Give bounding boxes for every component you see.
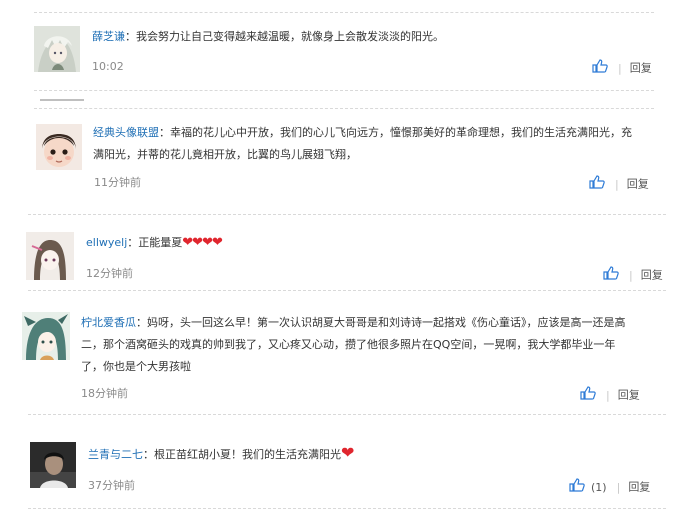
thumbs-up-icon[interactable]: [589, 175, 605, 194]
comment-text: 柠北爱香瓜：妈呀，头一回这么早！第一次认识胡夏大哥哥是和刘诗诗一起搭戏《伤心童话…: [81, 312, 637, 378]
comment-body: 我会努力让自己变得越来越温暖，就像身上会散发淡淡的阳光。: [136, 30, 444, 43]
comment-text: ellwyelj：正能量夏❤❤❤❤: [86, 232, 223, 254]
divider: [34, 90, 654, 91]
reply-button[interactable]: 回复: [618, 389, 640, 402]
reply-button[interactable]: 回复: [630, 62, 652, 75]
avatar[interactable]: [30, 442, 76, 488]
comment-body: 正能量夏: [138, 236, 183, 249]
username-link[interactable]: ellwyelj: [86, 236, 127, 249]
comment-body: 幸福的花儿心中开放，我们的心儿飞向远方，憧憬那美好的革命理想，我们的生活充满阳光…: [93, 126, 632, 161]
comment-item: 经典头像联盟：幸福的花儿心中开放，我们的心儿飞向远方，憧憬那美好的革命理想，我们…: [0, 108, 679, 214]
comment-item: ellwyelj：正能量夏❤❤❤❤ 12分钟前 | 回复: [0, 214, 679, 290]
colon: ：: [125, 30, 136, 43]
comment-actions: (1) | 回复: [569, 478, 650, 494]
colon: ：: [136, 316, 147, 329]
avatar[interactable]: [34, 26, 80, 72]
username-link[interactable]: 柠北爱香瓜: [81, 316, 136, 329]
thumbs-up-icon[interactable]: [569, 478, 585, 497]
divider: [28, 508, 666, 509]
username-link[interactable]: 薛芝谦: [92, 30, 125, 43]
colon: ：: [159, 126, 170, 139]
username-link[interactable]: 经典头像联盟: [93, 126, 159, 139]
divider-pipe: |: [616, 480, 621, 494]
like-count: (1): [591, 480, 607, 494]
timestamp: 37分钟前: [88, 479, 135, 492]
comment-actions: | 回复: [603, 266, 663, 282]
heart-emoji: ❤: [341, 443, 354, 462]
comment-item: 柠北爱香瓜：妈呀，头一回这么早！第一次认识胡夏大哥哥是和刘诗诗一起搭戏《伤心童话…: [0, 290, 679, 414]
reply-button[interactable]: 回复: [628, 481, 650, 494]
thumbs-up-icon[interactable]: [580, 386, 596, 405]
avatar[interactable]: [22, 312, 70, 360]
divider-pipe: |: [606, 388, 610, 402]
divider-pipe: |: [615, 177, 619, 191]
comment-actions: | 回复: [580, 386, 640, 402]
colon: ：: [127, 236, 139, 249]
comment-actions: | 回复: [589, 175, 649, 191]
timestamp: 18分钟前: [81, 387, 128, 400]
truncated-content: [40, 99, 84, 101]
comment-body: 根正苗红胡小夏！我们的生活充满阳光: [154, 448, 341, 461]
comment-item: 薛芝谦：我会努力让自己变得越来越温暖，就像身上会散发淡淡的阳光。 10:02 |…: [0, 0, 679, 90]
comment-text: 经典头像联盟：幸福的花儿心中开放，我们的心儿飞向远方，憧憬那美好的革命理想，我们…: [93, 122, 633, 166]
timestamp: 12分钟前: [86, 267, 133, 280]
avatar[interactable]: [36, 124, 82, 170]
divider-pipe: |: [618, 61, 622, 75]
reply-button[interactable]: 回复: [627, 178, 649, 191]
comment-text: 薛芝谦：我会努力让自己变得越来越温暖，就像身上会散发淡淡的阳光。: [92, 26, 444, 48]
comment-item: 兰青与二七：根正苗红胡小夏！我们的生活充满阳光❤ 37分钟前 (1) | 回复: [0, 414, 679, 510]
thumbs-up-icon[interactable]: [592, 59, 608, 78]
colon: ：: [143, 448, 154, 461]
reply-button[interactable]: 回复: [641, 269, 663, 282]
avatar[interactable]: [26, 232, 74, 280]
timestamp: 10:02: [92, 60, 124, 73]
username-link[interactable]: 兰青与二七: [88, 448, 143, 461]
timestamp: 11分钟前: [94, 176, 141, 189]
divider-pipe: |: [629, 268, 633, 282]
comment-body: 妈呀，头一回这么早！第一次认识胡夏大哥哥是和刘诗诗一起搭戏《伤心童话》，应该是高…: [81, 316, 626, 373]
thumbs-up-icon[interactable]: [603, 266, 619, 285]
comment-actions: | 回复: [592, 59, 652, 75]
heart-emoji: ❤❤❤❤: [182, 235, 223, 250]
comment-text: 兰青与二七：根正苗红胡小夏！我们的生活充满阳光❤: [88, 442, 354, 466]
